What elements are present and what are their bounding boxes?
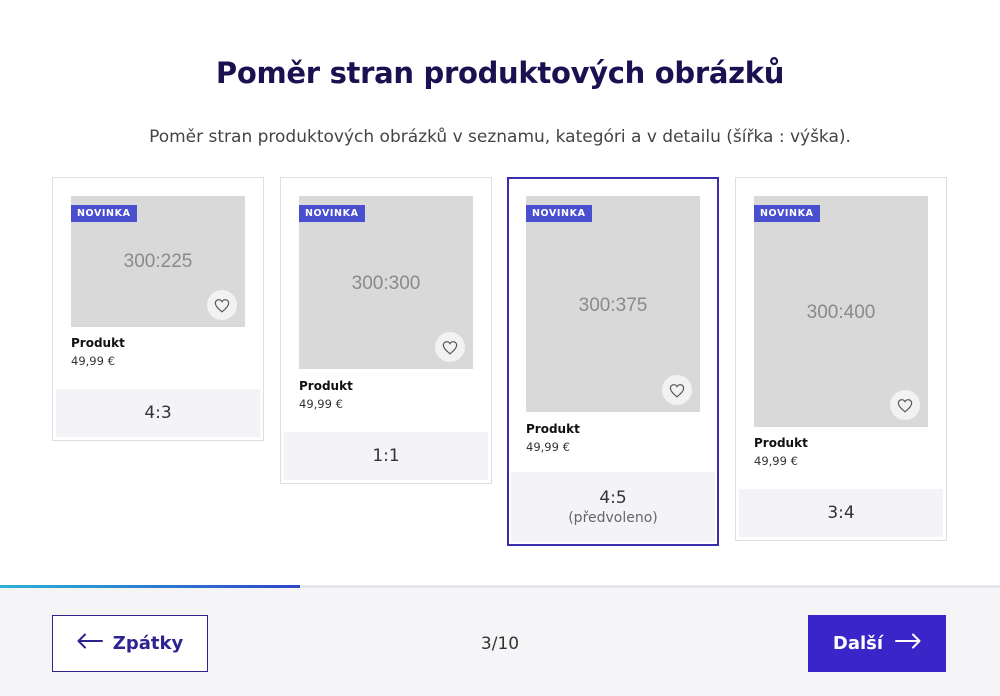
ratio-label: 4:5 [599, 488, 627, 508]
product-name: Produkt [754, 436, 808, 450]
image-size-text: 300:225 [123, 251, 193, 272]
page-subtitle: Poměr stran produktových obrázků v sezna… [149, 127, 851, 147]
novinka-badge: NOVINKA [526, 205, 592, 222]
heart-icon[interactable] [890, 390, 920, 420]
ratio-label: 3:4 [827, 503, 855, 523]
image-size-text: 300:375 [578, 295, 648, 316]
image-size-text: 300:400 [806, 302, 876, 323]
ratio-label: 4:3 [144, 403, 172, 423]
heart-icon[interactable] [435, 332, 465, 362]
default-note: (předvoleno) [568, 510, 658, 526]
arrow-right-icon [895, 633, 921, 654]
ratio-label-box: 4:3 [56, 389, 260, 437]
product-price: 49,99 € [754, 454, 798, 468]
novinka-badge: NOVINKA [754, 205, 820, 222]
footer-bar: Zpátky 3/10 Další [0, 588, 1000, 696]
product-name: Produkt [299, 379, 353, 393]
product-image-placeholder: NOVINKA 300:225 [71, 196, 245, 327]
product-image-placeholder: NOVINKA 300:300 [299, 196, 473, 369]
ratio-label: 1:1 [372, 446, 400, 466]
ratio-label-box: 1:1 [284, 432, 488, 480]
product-price: 49,99 € [526, 440, 570, 454]
heart-icon[interactable] [207, 290, 237, 320]
heart-icon[interactable] [662, 375, 692, 405]
image-size-text: 300:300 [351, 273, 421, 294]
ratio-label-box: 3:4 [739, 489, 943, 537]
product-image-placeholder: NOVINKA 300:375 [526, 196, 700, 412]
product-image-placeholder: NOVINKA 300:400 [754, 196, 928, 427]
next-button-label: Další [832, 633, 884, 654]
next-button[interactable]: Další [808, 615, 946, 672]
aspect-option-4-3[interactable]: NOVINKA 300:225 Produkt 49,99 € 4:3 [52, 177, 264, 441]
product-price: 49,99 € [299, 397, 343, 411]
ratio-label-box: 4:5 (předvoleno) [511, 472, 715, 542]
product-price: 49,99 € [71, 354, 115, 368]
page-title: Poměr stran produktových obrázků [215, 56, 785, 90]
novinka-badge: NOVINKA [299, 205, 365, 222]
aspect-option-1-1[interactable]: NOVINKA 300:300 Produkt 49,99 € 1:1 [280, 177, 492, 484]
aspect-option-4-5[interactable]: NOVINKA 300:375 Produkt 49,99 € 4:5 (pře… [507, 177, 719, 546]
aspect-option-3-4[interactable]: NOVINKA 300:400 Produkt 49,99 € 3:4 [735, 177, 947, 541]
novinka-badge: NOVINKA [71, 205, 137, 222]
product-name: Produkt [526, 422, 580, 436]
product-name: Produkt [71, 336, 125, 350]
